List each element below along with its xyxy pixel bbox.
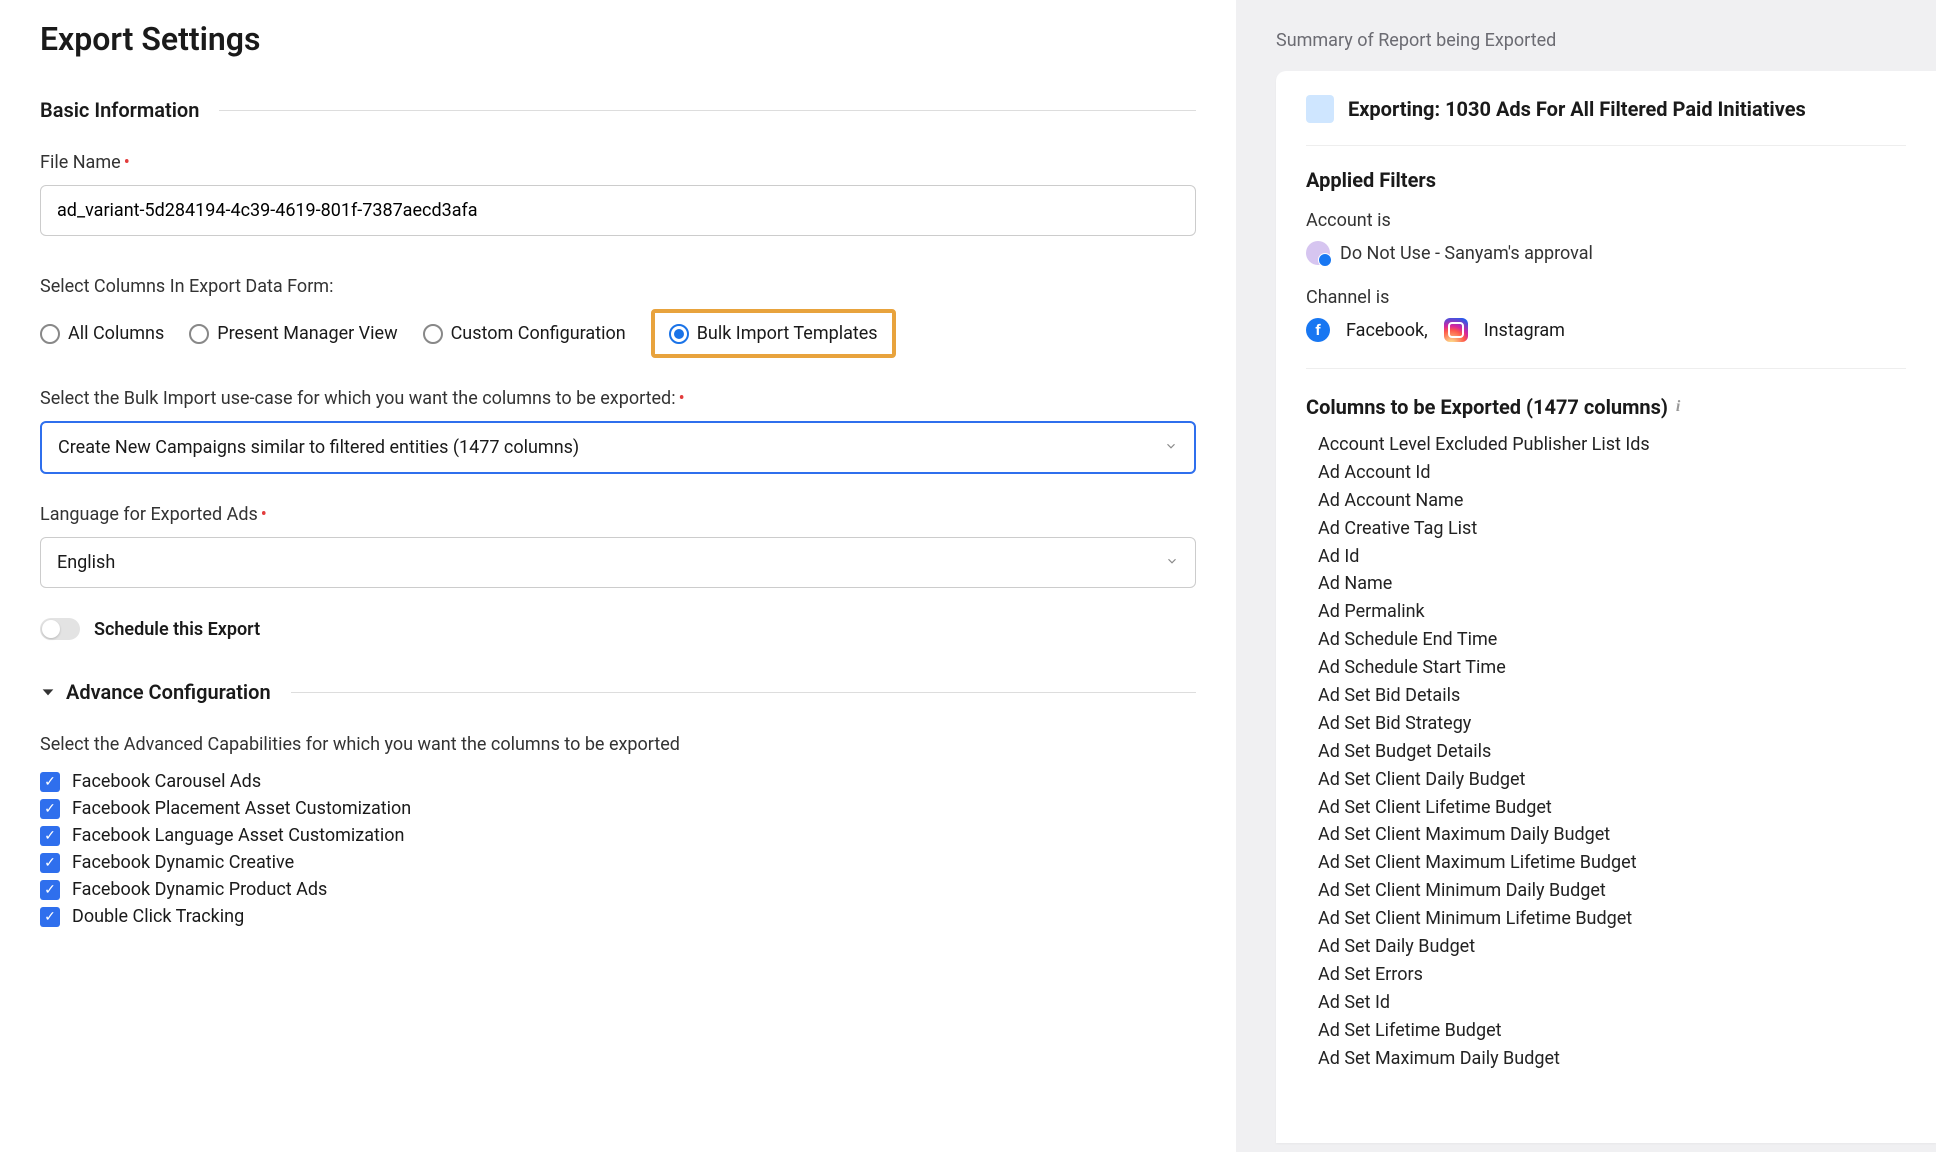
columns-to-export-title: Columns to be Exported (1477 columns)	[1306, 395, 1668, 419]
advanced-capability-checkbox[interactable]: ✓ Facebook Carousel Ads	[40, 771, 1196, 792]
folder-icon	[1306, 95, 1334, 123]
instagram-icon	[1444, 318, 1468, 342]
select-value: English	[57, 552, 115, 573]
divider	[219, 110, 1196, 111]
checkbox-icon: ✓	[40, 826, 60, 846]
radio-label: All Columns	[68, 323, 164, 344]
summary-panel-title: Summary of Report being Exported	[1236, 20, 1936, 71]
export-column-item: Ad Set Id	[1318, 989, 1906, 1017]
export-column-item: Ad Set Client Minimum Daily Budget	[1318, 877, 1906, 905]
required-dot: •	[124, 152, 130, 173]
chevron-down-icon	[1165, 552, 1179, 573]
radio-label: Present Manager View	[217, 323, 397, 344]
advanced-capability-checkbox[interactable]: ✓ Facebook Language Asset Customization	[40, 825, 1196, 846]
export-column-item: Ad Set Client Maximum Daily Budget	[1318, 821, 1906, 849]
export-column-item: Ad Set Budget Details	[1318, 738, 1906, 766]
section-label-advance: Advance Configuration	[66, 680, 271, 704]
radio-icon	[40, 324, 60, 344]
export-column-item: Ad Account Id	[1318, 459, 1906, 487]
checkbox-label: Facebook Dynamic Creative	[72, 852, 294, 873]
export-column-item: Ad Set Bid Strategy	[1318, 710, 1906, 738]
checkbox-icon: ✓	[40, 772, 60, 792]
channel-instagram: Instagram	[1484, 320, 1565, 341]
schedule-export-label: Schedule this Export	[94, 619, 260, 640]
file-name-label: File Name•	[40, 152, 1196, 173]
channel-filter-label: Channel is	[1306, 287, 1906, 308]
schedule-export-toggle[interactable]	[40, 618, 80, 640]
radio-label: Custom Configuration	[451, 323, 626, 344]
export-column-item: Ad Set Client Daily Budget	[1318, 766, 1906, 794]
export-heading: Exporting: 1030 Ads For All Filtered Pai…	[1348, 97, 1806, 121]
advanced-capability-checkbox[interactable]: ✓ Double Click Tracking	[40, 906, 1196, 927]
chevron-down-icon	[1164, 437, 1178, 458]
export-column-item: Ad Account Name	[1318, 487, 1906, 515]
checkbox-icon: ✓	[40, 880, 60, 900]
export-column-item: Ad Set Bid Details	[1318, 682, 1906, 710]
file-name-input[interactable]	[40, 185, 1196, 236]
radio-icon	[189, 324, 209, 344]
export-column-item: Ad Set Daily Budget	[1318, 933, 1906, 961]
select-value: Create New Campaigns similar to filtered…	[58, 437, 579, 458]
export-column-item: Ad Set Errors	[1318, 961, 1906, 989]
checkbox-icon: ✓	[40, 907, 60, 927]
export-column-item: Ad Schedule Start Time	[1318, 654, 1906, 682]
advanced-capability-checkbox[interactable]: ✓ Facebook Dynamic Creative	[40, 852, 1196, 873]
highlight-box: Bulk Import Templates	[651, 309, 896, 358]
radio-icon	[423, 324, 443, 344]
info-icon[interactable]: i	[1676, 398, 1680, 416]
advance-configuration-section[interactable]: Advance Configuration	[40, 680, 1196, 704]
applied-filters-title: Applied Filters	[1306, 168, 1906, 192]
export-column-item: Ad Set Lifetime Budget	[1318, 1017, 1906, 1045]
checkbox-icon: ✓	[40, 853, 60, 873]
basic-information-section: Basic Information	[40, 98, 1196, 122]
radio-custom-configuration[interactable]: Custom Configuration	[423, 323, 626, 344]
bulk-usecase-select[interactable]: Create New Campaigns similar to filtered…	[40, 421, 1196, 474]
export-column-item: Ad Name	[1318, 570, 1906, 598]
checkbox-label: Facebook Carousel Ads	[72, 771, 261, 792]
checkbox-label: Facebook Dynamic Product Ads	[72, 879, 327, 900]
export-column-item: Ad Set Client Minimum Lifetime Budget	[1318, 905, 1906, 933]
export-column-item: Ad Id	[1318, 543, 1906, 571]
export-column-item: Ad Creative Tag List	[1318, 515, 1906, 543]
export-column-item: Ad Schedule End Time	[1318, 626, 1906, 654]
advanced-capability-checkbox[interactable]: ✓ Facebook Placement Asset Customization	[40, 798, 1196, 819]
required-dot: •	[261, 504, 267, 525]
chevron-down-icon	[40, 684, 56, 700]
account-filter-value: Do Not Use - Sanyam's approval	[1340, 243, 1593, 264]
account-avatar-icon	[1306, 241, 1330, 265]
export-column-item: Ad Set Client Maximum Lifetime Budget	[1318, 849, 1906, 877]
page-title: Export Settings	[40, 20, 1196, 58]
export-column-item: Account Level Excluded Publisher List Id…	[1318, 431, 1906, 459]
columns-form-label: Select Columns In Export Data Form:	[40, 276, 1196, 297]
language-select[interactable]: English	[40, 537, 1196, 588]
advanced-capability-checkbox[interactable]: ✓ Facebook Dynamic Product Ads	[40, 879, 1196, 900]
checkbox-label: Double Click Tracking	[72, 906, 244, 927]
channel-facebook: Facebook,	[1346, 320, 1428, 341]
section-label-basic: Basic Information	[40, 98, 199, 122]
bulk-usecase-label: Select the Bulk Import use-case for whic…	[40, 388, 1196, 409]
export-column-item: Ad Set Maximum Daily Budget	[1318, 1045, 1906, 1073]
required-dot: •	[679, 388, 685, 409]
radio-label: Bulk Import Templates	[697, 323, 878, 344]
radio-bulk-import-templates[interactable]: Bulk Import Templates	[669, 323, 878, 344]
radio-icon	[669, 324, 689, 344]
language-label: Language for Exported Ads•	[40, 504, 1196, 525]
radio-present-manager-view[interactable]: Present Manager View	[189, 323, 397, 344]
export-column-item: Ad Set Client Lifetime Budget	[1318, 794, 1906, 822]
summary-card: Exporting: 1030 Ads For All Filtered Pai…	[1276, 71, 1936, 1143]
checkbox-label: Facebook Language Asset Customization	[72, 825, 404, 846]
radio-all-columns[interactable]: All Columns	[40, 323, 164, 344]
facebook-icon: f	[1306, 318, 1330, 342]
export-column-item: Ad Permalink	[1318, 598, 1906, 626]
columns-list: Account Level Excluded Publisher List Id…	[1306, 431, 1906, 1072]
checkbox-icon: ✓	[40, 799, 60, 819]
account-filter-label: Account is	[1306, 210, 1906, 231]
divider	[291, 692, 1196, 693]
checkbox-label: Facebook Placement Asset Customization	[72, 798, 411, 819]
advanced-capabilities-label: Select the Advanced Capabilities for whi…	[40, 734, 1196, 755]
